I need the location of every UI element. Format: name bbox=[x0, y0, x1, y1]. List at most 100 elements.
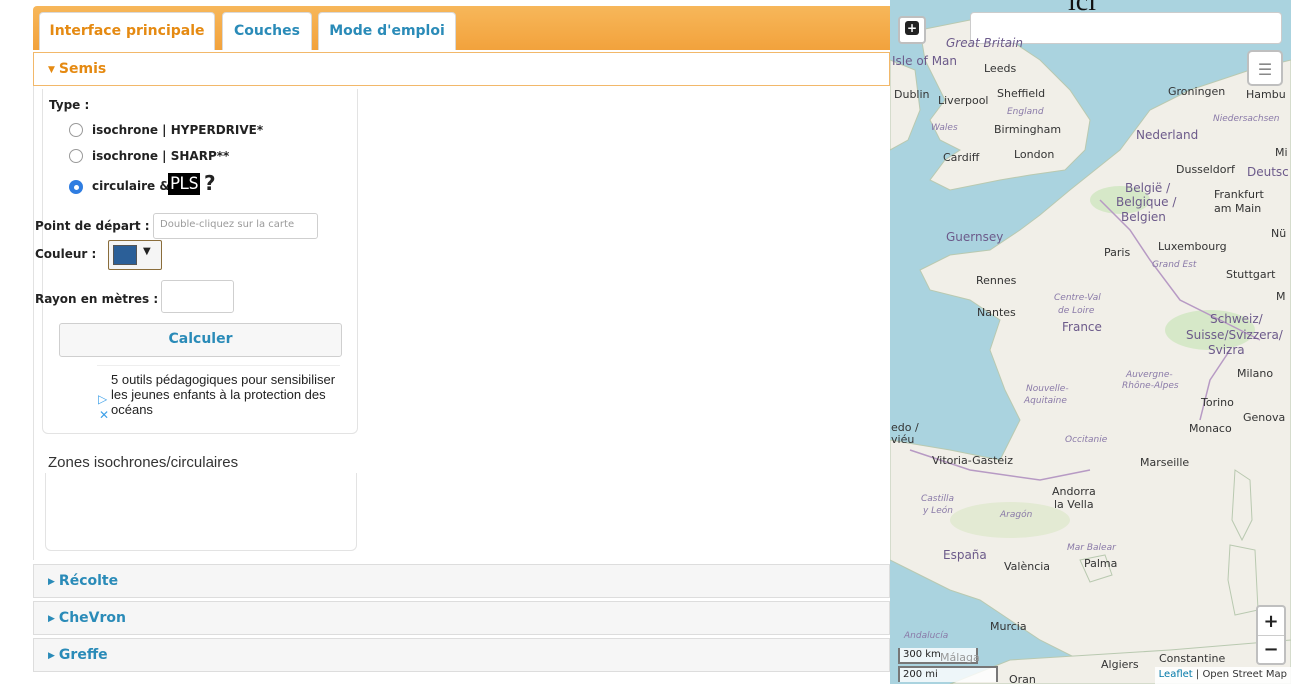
place-label: Castilla bbox=[921, 494, 955, 504]
section-header-semis[interactable]: ▼ Semis bbox=[33, 52, 890, 86]
place-label: Mar Balear bbox=[1067, 543, 1116, 553]
place-label: Nouvelle- bbox=[1026, 384, 1069, 394]
section-title: Récolte bbox=[58, 573, 119, 589]
zones-title: Zones isochrones/circulaires bbox=[48, 454, 239, 471]
place-label: Monaco bbox=[1189, 422, 1232, 435]
ad-play-icon[interactable]: ▷ bbox=[98, 392, 107, 406]
place-label: Nederland bbox=[1136, 128, 1199, 142]
place-label: Groningen bbox=[1168, 85, 1226, 98]
place-label: England bbox=[1007, 107, 1044, 117]
place-label: Andorra bbox=[1052, 485, 1096, 498]
place-label: Sheffield bbox=[997, 87, 1046, 100]
place-label: Aragón bbox=[1000, 510, 1033, 520]
start-label: Point de départ : bbox=[35, 219, 150, 233]
option-label: circulaire & bbox=[92, 179, 170, 193]
help-icon[interactable]: ? bbox=[204, 171, 216, 195]
zoom-out-button[interactable]: − bbox=[1258, 636, 1284, 665]
triangle-down-icon: ▼ bbox=[48, 65, 55, 75]
place-label: Schweiz/ bbox=[1210, 312, 1263, 326]
fullscreen-button[interactable]: + bbox=[898, 16, 926, 44]
place-label: Luxembourg bbox=[1158, 240, 1227, 253]
calculate-button[interactable]: Calculer bbox=[59, 323, 342, 357]
place-label: Liverpool bbox=[938, 94, 989, 107]
radio-hyperdrive[interactable] bbox=[69, 123, 83, 137]
leaflet-link[interactable]: Leaflet bbox=[1159, 669, 1193, 680]
place-label: Milano bbox=[1237, 367, 1274, 380]
section-title: Greffe bbox=[58, 647, 108, 663]
tab-interface-principale[interactable]: Interface principale bbox=[39, 12, 215, 50]
radio-circulaire[interactable] bbox=[69, 180, 83, 194]
place-label: Paris bbox=[1104, 246, 1131, 259]
section-title: CheVron bbox=[58, 610, 126, 626]
place-label: Vitoria-Gasteiz bbox=[932, 454, 1013, 467]
place-label: Leeds bbox=[984, 62, 1017, 75]
place-label: Rhône-Alpes bbox=[1122, 381, 1179, 391]
place-label: y León bbox=[923, 506, 953, 516]
zoom-control: + − bbox=[1256, 605, 1286, 665]
place-label: Algiers bbox=[1101, 658, 1139, 671]
place-label: Hambu bbox=[1246, 88, 1286, 101]
place-label: Grand Est bbox=[1152, 260, 1197, 270]
fullscreen-icon: + bbox=[905, 21, 919, 35]
tab-couches[interactable]: Couches bbox=[222, 12, 312, 50]
place-label: Birmingham bbox=[994, 123, 1062, 136]
type-label: Type : bbox=[49, 98, 90, 112]
place-label: de Loire bbox=[1058, 306, 1095, 316]
color-label: Couleur : bbox=[35, 247, 97, 261]
triangle-right-icon: ▶ bbox=[48, 577, 55, 587]
place-label: viéu bbox=[891, 433, 915, 446]
place-label: Marseille bbox=[1140, 456, 1190, 469]
place-label: Svizra bbox=[1208, 343, 1245, 357]
place-label: London bbox=[1014, 148, 1055, 161]
place-label: Torino bbox=[1201, 396, 1234, 409]
place-label: Nü bbox=[1271, 227, 1287, 240]
place-label: Palma bbox=[1084, 557, 1118, 570]
place-label: València bbox=[1004, 560, 1051, 573]
place-label: Centre-Val bbox=[1054, 293, 1101, 303]
section-header-chevron[interactable]: ▶ CheVron bbox=[33, 601, 890, 635]
section-header-recolte[interactable]: ▶ Récolte bbox=[33, 564, 890, 598]
place-label: Andalucía bbox=[904, 631, 949, 641]
attribution: Leaflet | Open Street Map bbox=[1154, 667, 1291, 684]
radius-input[interactable] bbox=[161, 280, 234, 313]
ad-text: 5 outils pédagogiques pour sensibiliser … bbox=[111, 372, 336, 417]
triangle-right-icon: ▶ bbox=[48, 614, 55, 624]
attribution-text: | Open Street Map bbox=[1195, 669, 1287, 680]
place-label: Mi bbox=[1275, 146, 1288, 159]
place-label: Deutsc bbox=[1247, 165, 1289, 179]
place-label: Niedersachsen bbox=[1213, 114, 1280, 124]
control-panel: Interface principale Couches Mode d'empl… bbox=[0, 0, 890, 684]
color-picker-button[interactable]: ▼ bbox=[108, 240, 162, 270]
map[interactable]: ici + ☰ + − 300 km 200 mi Leaflet | Open… bbox=[890, 0, 1291, 684]
layers-button[interactable]: ☰ bbox=[1247, 50, 1283, 86]
place-label: France bbox=[1062, 320, 1102, 334]
ad-close-icon[interactable]: ✕ bbox=[99, 408, 109, 422]
triangle-right-icon: ▶ bbox=[48, 651, 55, 661]
caret-down-icon: ▼ bbox=[143, 246, 151, 257]
section-title: Semis bbox=[58, 61, 107, 77]
place-label: Occitanie bbox=[1065, 435, 1108, 445]
place-label: España bbox=[943, 548, 987, 562]
place-label: M bbox=[1276, 290, 1286, 303]
place-label: Nantes bbox=[977, 306, 1016, 319]
pls-logo: PLS bbox=[168, 173, 200, 195]
place-label: Constantine bbox=[1159, 652, 1226, 665]
place-label: Wales bbox=[931, 123, 958, 133]
place-label: Aquitaine bbox=[1024, 396, 1067, 406]
start-point-input[interactable]: Double-cliquez sur la carte bbox=[153, 213, 318, 239]
place-label: Isle of Man bbox=[892, 54, 958, 68]
place-label: Guernsey bbox=[946, 230, 1004, 244]
place-label: Dusseldorf bbox=[1176, 163, 1235, 176]
place-label: Málaga bbox=[940, 651, 980, 664]
option-label: isochrone | SHARP** bbox=[92, 149, 230, 163]
radio-sharp[interactable] bbox=[69, 149, 83, 163]
zoom-in-button[interactable]: + bbox=[1258, 607, 1284, 636]
radius-label: Rayon en mètres : bbox=[35, 292, 159, 306]
section-header-greffe[interactable]: ▶ Greffe bbox=[33, 638, 890, 672]
place-label: Belgique / bbox=[1116, 195, 1177, 209]
ad-banner[interactable]: 5 outils pédagogiques pour sensibiliser … bbox=[97, 365, 340, 427]
tab-mode-emploi[interactable]: Mode d'emploi bbox=[318, 12, 456, 50]
zones-list bbox=[45, 473, 357, 551]
place-label: la Vella bbox=[1054, 498, 1094, 511]
color-swatch bbox=[113, 245, 137, 265]
